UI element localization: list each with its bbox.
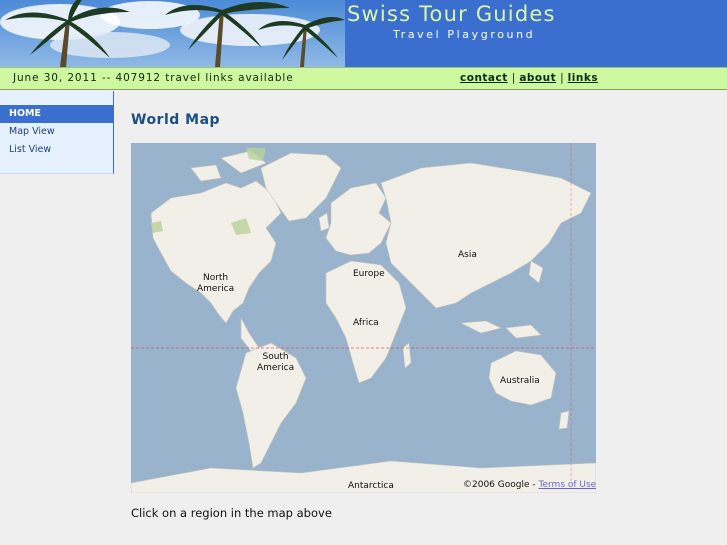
site-subtitle: Travel Playground: [393, 28, 536, 41]
page-title: World Map: [131, 112, 221, 128]
about-link[interactable]: about: [519, 72, 556, 84]
region-europe[interactable]: Europe: [353, 269, 385, 280]
palm-tree-banner: [0, 0, 345, 67]
region-antarctica[interactable]: Antarctica: [348, 481, 394, 492]
region-south-america[interactable]: South America: [257, 352, 294, 374]
link-separator: |: [511, 72, 516, 84]
info-bar: June 30, 2011 -- 407912 travel links ava…: [0, 67, 727, 90]
status-text: June 30, 2011 -- 407912 travel links ava…: [13, 72, 294, 84]
site-title: Swiss Tour Guides: [347, 2, 556, 26]
region-north-america[interactable]: North America: [197, 273, 234, 295]
sidebar-item-list-view[interactable]: List View: [0, 141, 113, 159]
map-copyright: ©2006 Google - Terms of Use: [463, 480, 596, 490]
map-caption: Click on a region in the map above: [131, 506, 332, 520]
sidebar-nav: HOME Map View List View: [0, 91, 114, 174]
links-link[interactable]: links: [568, 72, 598, 84]
copyright-text: ©2006 Google -: [463, 480, 536, 490]
sidebar-item-map-view[interactable]: Map View: [0, 123, 113, 141]
sidebar-item-home[interactable]: HOME: [0, 105, 113, 123]
terms-of-use-link[interactable]: Terms of Use: [539, 480, 597, 490]
region-asia[interactable]: Asia: [458, 250, 477, 261]
top-links: contact | about | links: [460, 72, 598, 84]
contact-link[interactable]: contact: [460, 72, 508, 84]
region-africa[interactable]: Africa: [353, 318, 379, 329]
region-australia[interactable]: Australia: [500, 376, 540, 387]
world-map[interactable]: North America Europe Asia Africa South Ame…: [131, 143, 596, 493]
site-header: Swiss Tour Guides Travel Playground: [0, 0, 727, 67]
link-separator: |: [560, 72, 564, 84]
